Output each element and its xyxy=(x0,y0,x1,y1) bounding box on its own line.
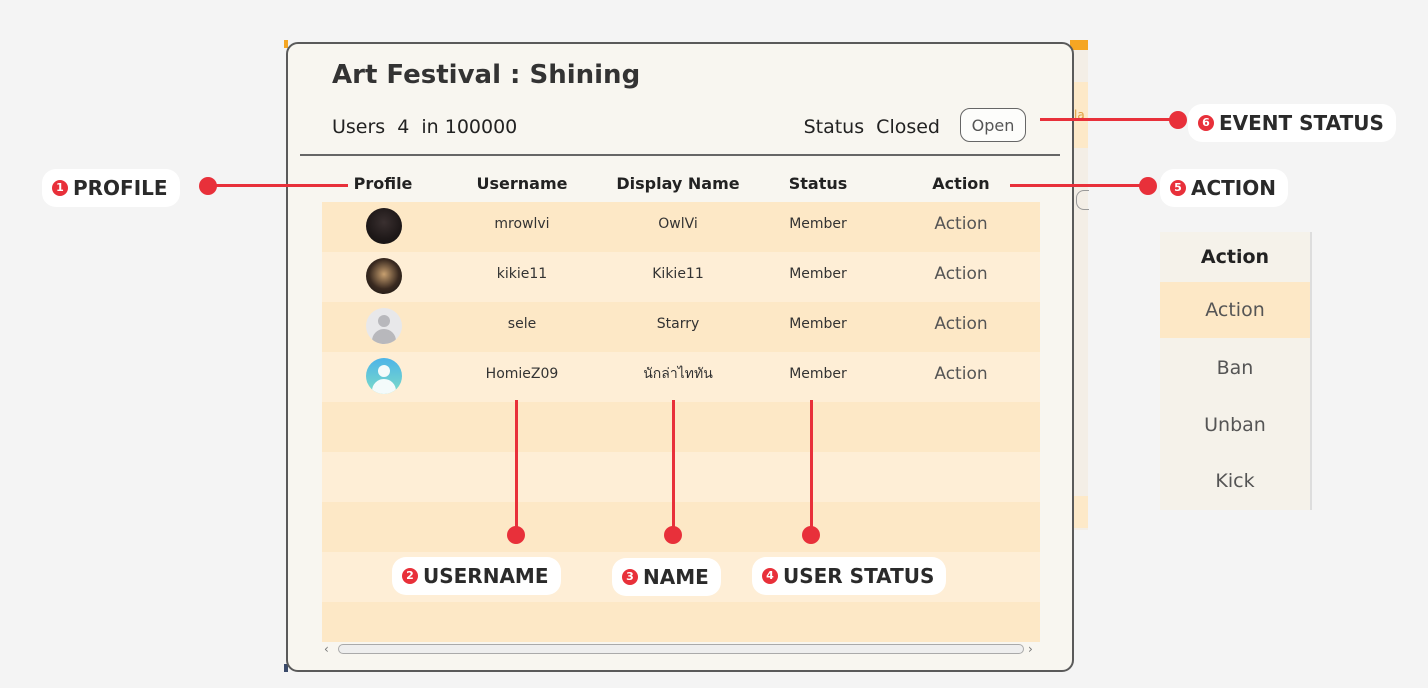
table-row: kikie11 Kikie11 Member Action xyxy=(322,252,1040,302)
username-cell: kikie11 xyxy=(496,266,548,282)
users-capacity: 100000 xyxy=(444,116,518,138)
menu-item-unban[interactable]: Unban xyxy=(1160,397,1310,453)
empty-row xyxy=(322,602,1040,642)
header-profile: Profile xyxy=(353,174,413,193)
username-cell: HomieZ09 xyxy=(485,366,559,382)
display-name-cell: Kikie11 xyxy=(652,266,704,282)
table-header: Profile Username Display Name Status Act… xyxy=(322,174,1040,200)
status-cell: Member xyxy=(789,216,847,232)
status-cell: Member xyxy=(789,266,847,282)
header-status: Status xyxy=(788,174,848,193)
annotation-dot xyxy=(1169,111,1187,129)
annotation-username: 2 USERNAME xyxy=(392,557,561,595)
annotation-line xyxy=(672,400,675,534)
avatar xyxy=(366,208,402,244)
annotation-user-status: 4 USER STATUS xyxy=(752,557,947,595)
empty-row xyxy=(322,402,1040,452)
annotation-line xyxy=(208,184,348,187)
annotation-profile: 1 PROFILE xyxy=(42,169,180,207)
header-display-name: Display Name xyxy=(616,174,740,193)
menu-item-ban[interactable]: Ban xyxy=(1160,340,1310,396)
event-title: Art Festival : Shining xyxy=(332,60,641,90)
scroll-right-icon[interactable]: › xyxy=(1028,642,1033,656)
action-dropdown[interactable]: Action xyxy=(916,352,1006,402)
header-action: Action xyxy=(932,174,990,193)
annotation-line xyxy=(1010,184,1148,187)
status-cell: Member xyxy=(789,316,847,332)
avatar xyxy=(366,358,402,394)
annotation-dot xyxy=(1139,177,1157,195)
users-count-line: Users 4 in 100000 xyxy=(332,116,523,138)
event-status-value: Closed xyxy=(876,116,940,138)
display-name-cell: OwlVi xyxy=(658,216,698,232)
event-status-line: Status Closed xyxy=(798,116,940,138)
open-button[interactable]: Open xyxy=(960,108,1026,142)
annotation-dot xyxy=(802,526,820,544)
annotation-line xyxy=(515,400,518,534)
users-count: 4 xyxy=(397,116,410,138)
table-row: mrowlvi OwlVi Member Action xyxy=(322,202,1040,252)
display-name-cell: Starry xyxy=(656,316,700,332)
menu-item-action[interactable]: Action xyxy=(1160,282,1310,338)
users-label: Users xyxy=(332,116,386,138)
annotation-line xyxy=(810,400,813,534)
scrollbar-thumb[interactable] xyxy=(338,644,1024,654)
avatar xyxy=(366,308,402,344)
username-cell: mrowlvi xyxy=(494,216,550,232)
username-cell: sele xyxy=(507,316,537,332)
annotation-line xyxy=(1040,118,1178,121)
display-name-cell: นักล่าไททัน xyxy=(643,366,713,382)
status-cell: Member xyxy=(789,366,847,382)
header-username: Username xyxy=(476,174,568,193)
users-in: in xyxy=(421,116,439,138)
annotation-event-status: 6 EVENT STATUS xyxy=(1188,104,1396,142)
header-divider xyxy=(300,154,1060,156)
empty-row xyxy=(322,452,1040,502)
background-window-pill xyxy=(1076,190,1089,210)
action-dropdown[interactable]: Action xyxy=(916,202,1006,252)
annotation-name: 3 NAME xyxy=(612,558,721,596)
empty-row xyxy=(322,502,1040,552)
action-dropdown[interactable]: Action xyxy=(916,252,1006,302)
annotation-dot xyxy=(507,526,525,544)
horizontal-scrollbar[interactable]: ‹ › xyxy=(322,642,1040,658)
annotation-dot xyxy=(664,526,682,544)
table-row: HomieZ09 นักล่าไททัน Member Action xyxy=(322,352,1040,402)
annotation-action: 5 ACTION xyxy=(1160,169,1288,207)
avatar xyxy=(366,258,402,294)
table-row: sele Starry Member Action xyxy=(322,302,1040,352)
action-menu: Action Action Ban Unban Kick xyxy=(1160,232,1312,510)
action-menu-header: Action xyxy=(1200,246,1270,268)
scroll-left-icon[interactable]: ‹ xyxy=(324,642,329,656)
menu-item-kick[interactable]: Kick xyxy=(1160,453,1310,509)
event-status-label: Status xyxy=(803,116,865,138)
action-dropdown[interactable]: Action xyxy=(916,302,1006,352)
